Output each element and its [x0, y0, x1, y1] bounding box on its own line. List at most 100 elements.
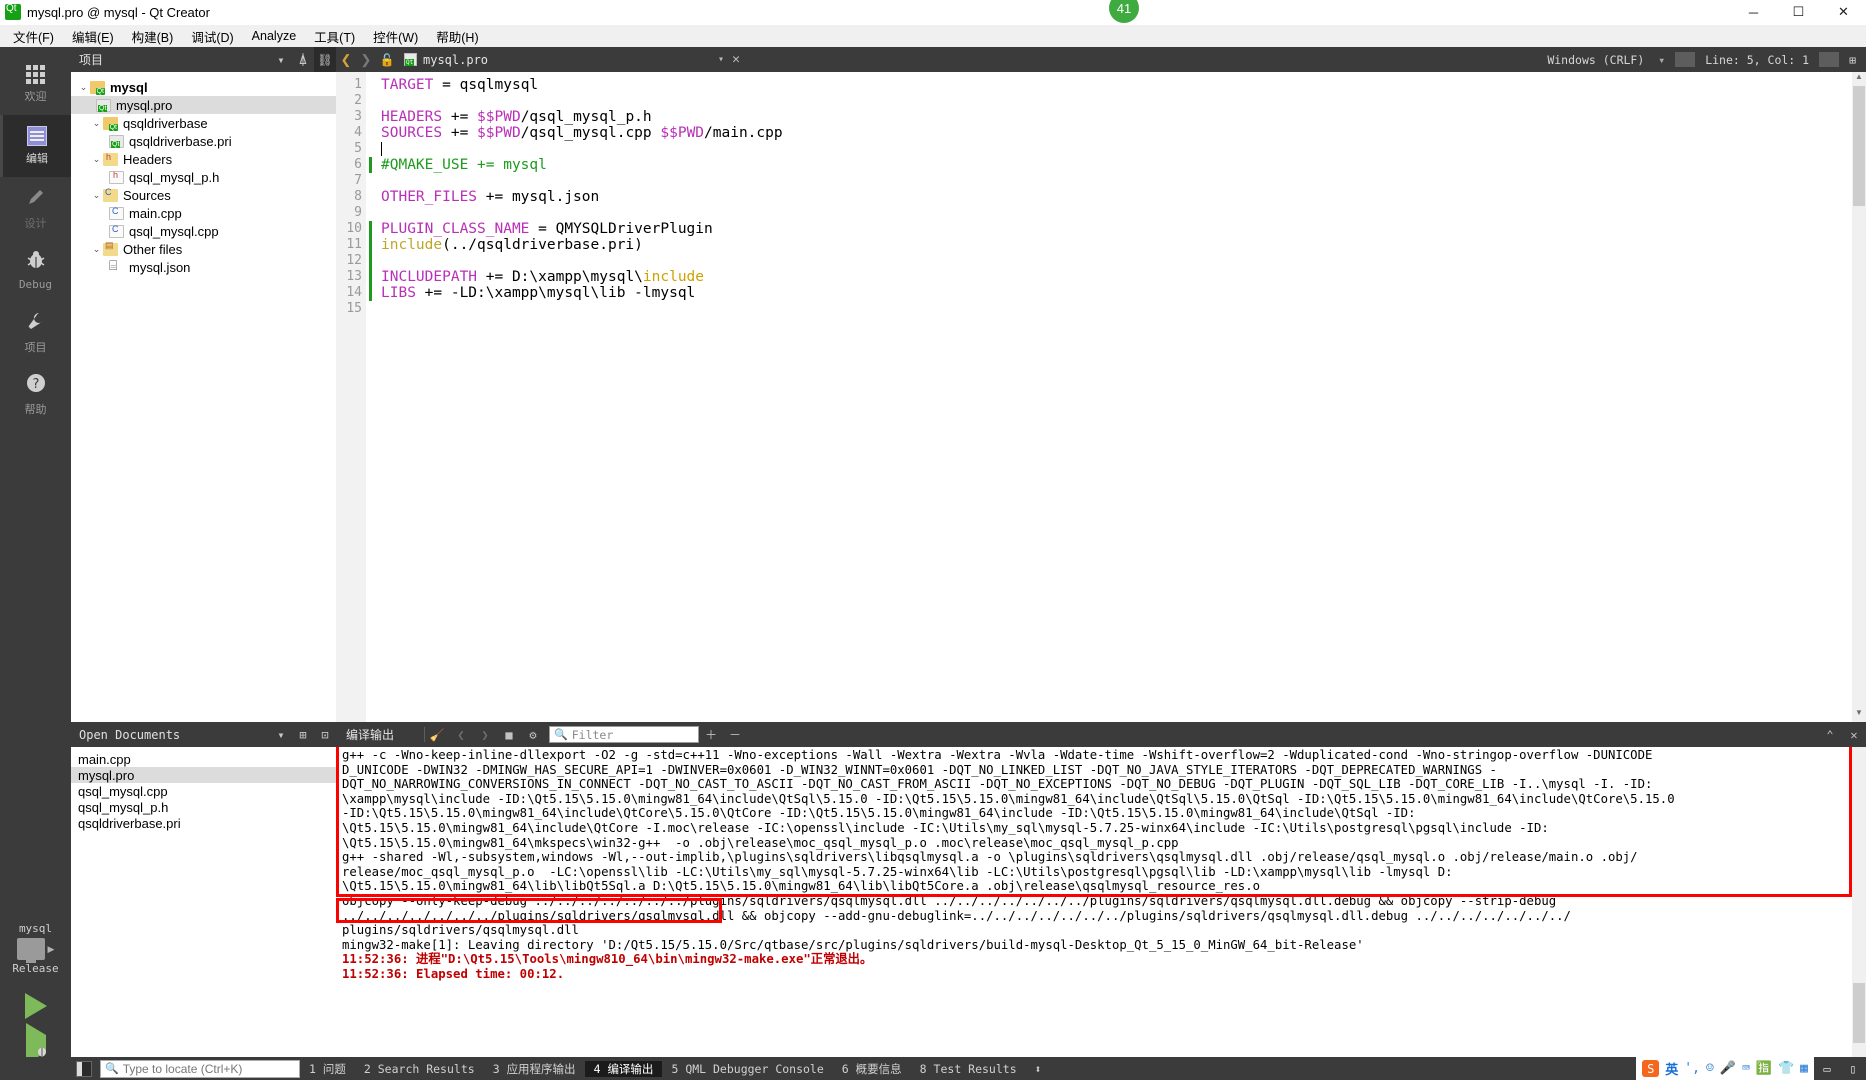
menu-analyze[interactable]: Analyze: [243, 27, 305, 45]
chevron-left-icon[interactable]: ❮: [336, 52, 356, 68]
open-document-qsqldriverbase-pri[interactable]: qsqldriverbase.pri: [71, 815, 336, 831]
panel-icon[interactable]: ▯: [1840, 1057, 1866, 1080]
menu-debug[interactable]: 调试(D): [182, 25, 242, 48]
qt-pri-file-icon: [109, 134, 124, 148]
mode-debug[interactable]: Debug: [0, 239, 71, 301]
output-pane-search-results[interactable]: 2 Search Results: [355, 1062, 484, 1076]
tree-item-main-cpp[interactable]: main.cpp: [71, 204, 336, 222]
ime-punctuation-toggle[interactable]: ',: [1684, 1061, 1700, 1076]
gear-icon[interactable]: ⚙: [521, 722, 545, 747]
output-pane-test-results[interactable]: 8 Test Results: [911, 1062, 1026, 1076]
editor-vertical-scrollbar[interactable]: ▲ ▼: [1852, 72, 1866, 722]
pane-label: 应用程序输出: [506, 1061, 576, 1076]
chevron-expanded-icon[interactable]: ⌄: [90, 244, 103, 255]
menu-tools[interactable]: 工具(T): [305, 25, 364, 48]
mode-help[interactable]: ? 帮助: [0, 363, 71, 425]
close-icon[interactable]: ✕: [1842, 722, 1866, 747]
line-ending-selector[interactable]: Windows (CRLF): [1537, 53, 1654, 67]
menu-edit[interactable]: 编辑(E): [63, 25, 123, 48]
chevron-expanded-icon[interactable]: ⌄: [90, 118, 103, 129]
split-view-icon[interactable]: ⊞: [292, 722, 314, 747]
compile-output-text[interactable]: g++ -c -Wno-keep-inline-dllexport -O2 -g…: [336, 747, 1866, 1057]
close-button[interactable]: ✕: [1821, 0, 1866, 25]
debug-play-icon[interactable]: [25, 1023, 46, 1064]
apps-grid-icon[interactable]: ▦: [1800, 1061, 1808, 1076]
keyboard-icon[interactable]: ⌨: [1742, 1061, 1750, 1076]
code-editor[interactable]: 1 TARGET = qsqlmysql 2 3 HEADERS += $$PWD/qs…: [336, 72, 1866, 722]
chevron-expanded-icon[interactable]: ⌄: [77, 82, 90, 93]
output-pane-compile-output[interactable]: 4 编译输出: [584, 1060, 663, 1077]
tree-item-other-files[interactable]: ⌄ Other files: [71, 240, 336, 258]
open-document-main-cpp[interactable]: main.cpp: [71, 751, 336, 767]
filter-icon[interactable]: ⍋: [292, 47, 314, 72]
minus-icon[interactable]: －: [723, 722, 747, 747]
plus-icon[interactable]: ＋: [699, 722, 723, 747]
mode-welcome[interactable]: 欢迎: [0, 53, 71, 115]
tree-item-sources[interactable]: ⌄ Sources: [71, 186, 336, 204]
tree-item-mysql-pro[interactable]: mysql.pro: [71, 96, 336, 114]
line-text: [372, 141, 382, 157]
output-pane-general-messages[interactable]: 6 概要信息: [833, 1061, 911, 1077]
target-monitor-icon[interactable]: [16, 938, 45, 963]
chevron-up-icon[interactable]: ⌃: [1818, 722, 1842, 747]
menu-build[interactable]: 构建(B): [123, 25, 183, 48]
sidebar-toggle-icon[interactable]: [76, 1060, 92, 1077]
chevron-right-icon[interactable]: ❯: [356, 52, 376, 68]
minimize-button[interactable]: ─: [1731, 0, 1776, 25]
chevron-down-icon[interactable]: ▾: [270, 722, 292, 747]
scroll-up-icon[interactable]: ▲: [1852, 72, 1866, 86]
open-document-qsql-mysql-p-h[interactable]: qsql_mysql_p.h: [71, 799, 336, 815]
output-pane-qml-debugger-console[interactable]: 5 QML Debugger Console: [662, 1062, 832, 1076]
menu-file[interactable]: 文件(F): [4, 25, 63, 48]
locator-input[interactable]: 🔍 Type to locate (Ctrl+K): [100, 1059, 300, 1078]
chevron-left-icon[interactable]: ❮: [449, 722, 473, 747]
split-view-icon[interactable]: ⊞: [1839, 53, 1866, 67]
mode-design[interactable]: 设计: [0, 177, 71, 239]
open-document-mysql-pro[interactable]: mysql.pro: [71, 767, 336, 783]
close-panel-icon[interactable]: ⊡: [314, 722, 336, 747]
ime-mode-label[interactable]: 英: [1665, 1059, 1678, 1078]
output-pane-issues[interactable]: 1 问题: [300, 1061, 355, 1077]
output-vertical-scrollbar[interactable]: [1852, 747, 1866, 1057]
chevron-right-icon[interactable]: ❯: [473, 722, 497, 747]
chevron-down-icon[interactable]: ▾: [1648, 53, 1675, 67]
chevron-expanded-icon[interactable]: ⌄: [90, 190, 103, 201]
run-play-icon[interactable]: [24, 993, 47, 1019]
smiley-icon[interactable]: ☺: [1706, 1061, 1714, 1076]
menu-widgets[interactable]: 控件(W): [364, 25, 427, 48]
editor-tab-mysql-pro[interactable]: mysql.pro ▾ ✕: [398, 47, 746, 72]
scrollbar-thumb[interactable]: [1853, 86, 1865, 206]
stop-square-icon[interactable]: ■: [497, 722, 521, 747]
tree-item-qsqldriverbase[interactable]: ⌄ qsqldriverbase: [71, 114, 336, 132]
output-pane-application-output[interactable]: 3 应用程序输出: [484, 1061, 585, 1077]
mode-projects[interactable]: 项目: [0, 301, 71, 363]
clear-pane-icon[interactable]: 🧹: [425, 722, 449, 747]
tree-item-qsql-mysql-cpp[interactable]: qsql_mysql.cpp: [71, 222, 336, 240]
scroll-down-icon[interactable]: ▼: [1852, 708, 1866, 722]
menu-help[interactable]: 帮助(H): [427, 25, 487, 48]
unlock-icon[interactable]: 🔓: [376, 53, 398, 67]
chevron-expanded-icon[interactable]: ⌄: [90, 154, 103, 165]
tree-item-headers[interactable]: ⌄ Headers: [71, 150, 336, 168]
tree-item-mysql-json[interactable]: mysql.json: [71, 257, 336, 276]
filter-input[interactable]: 🔍 Filter: [549, 726, 700, 743]
chevron-down-icon[interactable]: ▾: [270, 47, 292, 72]
microphone-icon[interactable]: 🎤: [1720, 1061, 1736, 1076]
tree-item-mysql[interactable]: ⌄ mysql: [71, 78, 336, 96]
updown-arrow-icon[interactable]: ⬍: [1026, 1062, 1051, 1076]
chevron-down-icon[interactable]: ▾: [718, 54, 724, 65]
link-icon[interactable]: ⛓: [314, 47, 336, 72]
open-document-qsql-mysql-cpp[interactable]: qsql_mysql.cpp: [71, 783, 336, 799]
sogou-logo-icon[interactable]: S: [1642, 1060, 1660, 1077]
tree-item-qsqldriverbase-pri[interactable]: qsqldriverbase.pri: [71, 132, 336, 150]
minimize-tray-icon[interactable]: ▭: [1814, 1057, 1840, 1080]
kit-expand-icon[interactable]: ▶: [48, 944, 55, 955]
tree-item-qsql-mysql-p-h[interactable]: qsql_mysql_p.h: [71, 168, 336, 186]
maximize-button[interactable]: ☐: [1776, 0, 1821, 25]
translate-icon[interactable]: 🈯: [1756, 1061, 1772, 1076]
shirt-icon[interactable]: 👕: [1778, 1061, 1794, 1076]
scrollbar-thumb[interactable]: [1853, 983, 1865, 1043]
mode-edit[interactable]: 编辑: [0, 115, 71, 177]
notification-badge[interactable]: 41: [1109, 0, 1139, 23]
close-icon[interactable]: ✕: [732, 52, 740, 67]
